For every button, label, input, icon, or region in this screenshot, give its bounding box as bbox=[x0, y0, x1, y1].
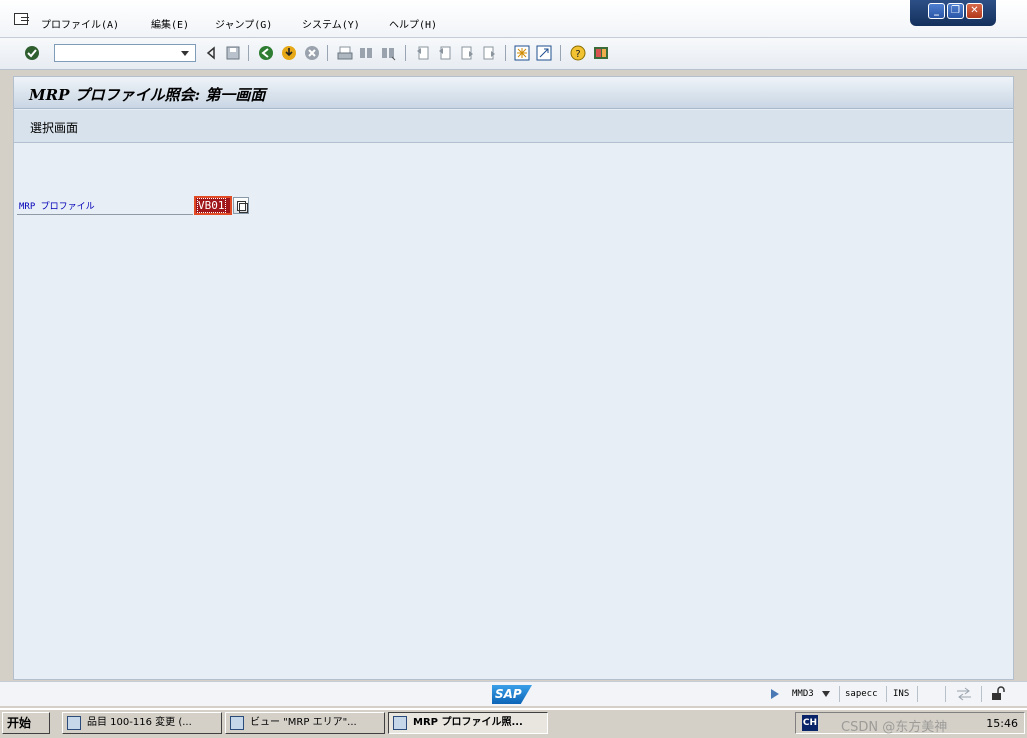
command-field[interactable] bbox=[54, 44, 196, 62]
task-label: 品目 100-116 変更 (... bbox=[87, 717, 192, 728]
toolbar-separator bbox=[248, 45, 249, 61]
window-controls: _ ❐ ✕ bbox=[910, 0, 996, 26]
system-menu-icon[interactable] bbox=[14, 13, 29, 25]
toolbar-separator bbox=[327, 45, 328, 61]
menu-goto[interactable]: ジャンプ(G) bbox=[215, 16, 272, 31]
page-title: MRP プロファイル照会: 第一画面 bbox=[29, 86, 266, 104]
system-tray: CH CSDN @东方美神 15:46 bbox=[795, 712, 1025, 735]
start-button[interactable]: 开始 bbox=[2, 712, 50, 734]
play-icon[interactable] bbox=[770, 688, 780, 700]
chevron-down-icon[interactable] bbox=[821, 690, 831, 698]
menu-profile[interactable]: プロファイル(A) bbox=[41, 16, 119, 31]
menu-system[interactable]: システム(Y) bbox=[302, 16, 360, 31]
title-bar: MRP プロファイル照会: 第一画面 bbox=[14, 77, 1013, 109]
menu-bar: プロファイル(A) 編集(E) ジャンプ(G) システム(Y) ヘルプ(H) bbox=[0, 0, 1027, 38]
connection-icon bbox=[957, 687, 971, 701]
sap-window-icon bbox=[67, 716, 81, 730]
toolbar-separator bbox=[560, 45, 561, 61]
selection-screen-button[interactable]: 選択画面 bbox=[30, 119, 78, 136]
application-toolbar: 選択画面 bbox=[14, 110, 1013, 143]
minimize-button[interactable]: _ bbox=[928, 3, 945, 19]
cancel-icon[interactable] bbox=[304, 45, 320, 61]
restore-button[interactable]: ❐ bbox=[947, 3, 964, 19]
windows-taskbar: 开始 品目 100-116 変更 (... ビュー "MRP エリア"... M… bbox=[0, 708, 1027, 738]
find-next-icon[interactable] bbox=[380, 45, 396, 61]
watermark: CSDN @东方美神 bbox=[841, 720, 948, 735]
back-icon[interactable] bbox=[258, 45, 274, 61]
find-icon[interactable] bbox=[358, 45, 374, 61]
status-separator bbox=[945, 686, 946, 702]
mrp-profile-label: MRP プロファイル bbox=[19, 202, 95, 212]
sap-window-icon bbox=[393, 716, 407, 730]
main-content: MRP プロファイル照会: 第一画面 選択画面 MRP プロファイル VB01 bbox=[13, 76, 1014, 680]
mrp-profile-value: VB01 bbox=[197, 198, 226, 213]
field-label-underline bbox=[17, 214, 193, 215]
task-button-mrp-profile[interactable]: MRP プロファイル照... bbox=[388, 712, 548, 734]
status-separator bbox=[839, 686, 840, 702]
chevron-down-icon[interactable] bbox=[178, 46, 192, 60]
sap-window-icon bbox=[230, 716, 244, 730]
svg-text:?: ? bbox=[575, 49, 580, 60]
toolbar-separator bbox=[405, 45, 406, 61]
next-page-icon[interactable] bbox=[459, 45, 475, 61]
server-name: sapecc bbox=[845, 689, 878, 699]
first-page-icon[interactable] bbox=[415, 45, 431, 61]
layout-icon[interactable] bbox=[593, 45, 609, 61]
shortcut-icon[interactable] bbox=[536, 45, 552, 61]
sap-logo: SAP bbox=[492, 685, 532, 704]
status-bar: SAP MMD3 sapecc INS bbox=[0, 681, 1027, 706]
help-icon[interactable]: ? bbox=[570, 45, 586, 61]
close-button[interactable]: ✕ bbox=[966, 3, 983, 19]
print-icon[interactable] bbox=[337, 45, 353, 61]
status-separator bbox=[917, 686, 918, 702]
exit-icon[interactable] bbox=[281, 45, 297, 61]
previous-page-icon[interactable] bbox=[437, 45, 453, 61]
menu-edit[interactable]: 編集(E) bbox=[151, 16, 189, 31]
task-button-material[interactable]: 品目 100-116 変更 (... bbox=[62, 712, 222, 734]
menu-help[interactable]: ヘルプ(H) bbox=[389, 16, 437, 31]
task-button-view[interactable]: ビュー "MRP エリア"... bbox=[225, 712, 385, 734]
new-session-icon[interactable] bbox=[514, 45, 530, 61]
ime-indicator[interactable]: CH bbox=[802, 715, 818, 731]
clock: 15:46 bbox=[986, 717, 1018, 730]
lock-icon[interactable] bbox=[990, 686, 1006, 702]
task-label: ビュー "MRP エリア"... bbox=[250, 717, 357, 728]
status-separator bbox=[981, 686, 982, 702]
save-icon[interactable] bbox=[225, 45, 241, 61]
collapse-command-icon[interactable] bbox=[203, 45, 219, 61]
status-separator bbox=[886, 686, 887, 702]
insert-mode: INS bbox=[893, 689, 910, 699]
toolbar-separator bbox=[505, 45, 506, 61]
task-label: MRP プロファイル照... bbox=[413, 717, 523, 728]
last-page-icon[interactable] bbox=[481, 45, 497, 61]
mrp-profile-input[interactable]: VB01 bbox=[194, 196, 232, 215]
transaction-code: MMD3 bbox=[792, 689, 814, 699]
value-help-button[interactable] bbox=[233, 197, 249, 214]
enter-icon[interactable] bbox=[24, 45, 40, 61]
